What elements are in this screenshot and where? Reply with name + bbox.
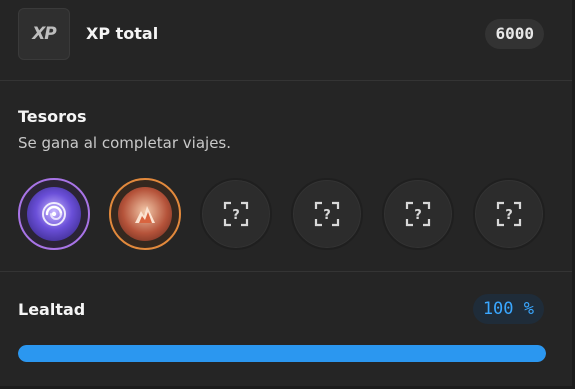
- loyalty-progress-bar: [18, 345, 546, 362]
- unknown-scan-icon: ?: [405, 201, 431, 227]
- xp-total-value: 6000: [485, 19, 544, 49]
- svg-text:?: ?: [505, 208, 513, 223]
- unknown-scan-icon: ?: [223, 201, 249, 227]
- svg-text:?: ?: [323, 208, 331, 223]
- treasure-badge-1[interactable]: [18, 178, 90, 250]
- treasure-badge-3[interactable]: ?: [200, 178, 272, 250]
- loyalty-label: Lealtad: [18, 300, 86, 319]
- flame-mountain-icon: [118, 187, 172, 241]
- treasures-section: Tesoros Se gana al completar viajes. ? ?…: [0, 81, 572, 272]
- xp-logo-text: XP: [32, 24, 57, 44]
- treasure-badge-6[interactable]: ?: [473, 178, 545, 250]
- treasures-title: Tesoros: [18, 107, 87, 126]
- svg-text:?: ?: [414, 208, 422, 223]
- profile-stats-panel: XP XP total 6000 Tesoros Se gana al comp…: [0, 0, 575, 389]
- loyalty-value: 100 %: [472, 294, 544, 324]
- swirl-orb-icon: [27, 187, 81, 241]
- xp-total-row: XP XP total 6000: [0, 0, 572, 81]
- unknown-scan-icon: ?: [314, 201, 340, 227]
- treasure-badge-2[interactable]: [109, 178, 181, 250]
- unknown-scan-icon: ?: [496, 201, 522, 227]
- treasure-badge-5[interactable]: ?: [382, 178, 454, 250]
- xp-logo-icon: XP: [18, 8, 70, 60]
- svg-text:?: ?: [232, 208, 240, 223]
- treasures-subtitle: Se gana al completar viajes.: [18, 134, 232, 152]
- xp-total-label: XP total: [86, 24, 159, 43]
- treasure-badge-4[interactable]: ?: [291, 178, 363, 250]
- loyalty-progress-fill: [18, 345, 546, 362]
- loyalty-section: Lealtad 100 %: [0, 272, 572, 389]
